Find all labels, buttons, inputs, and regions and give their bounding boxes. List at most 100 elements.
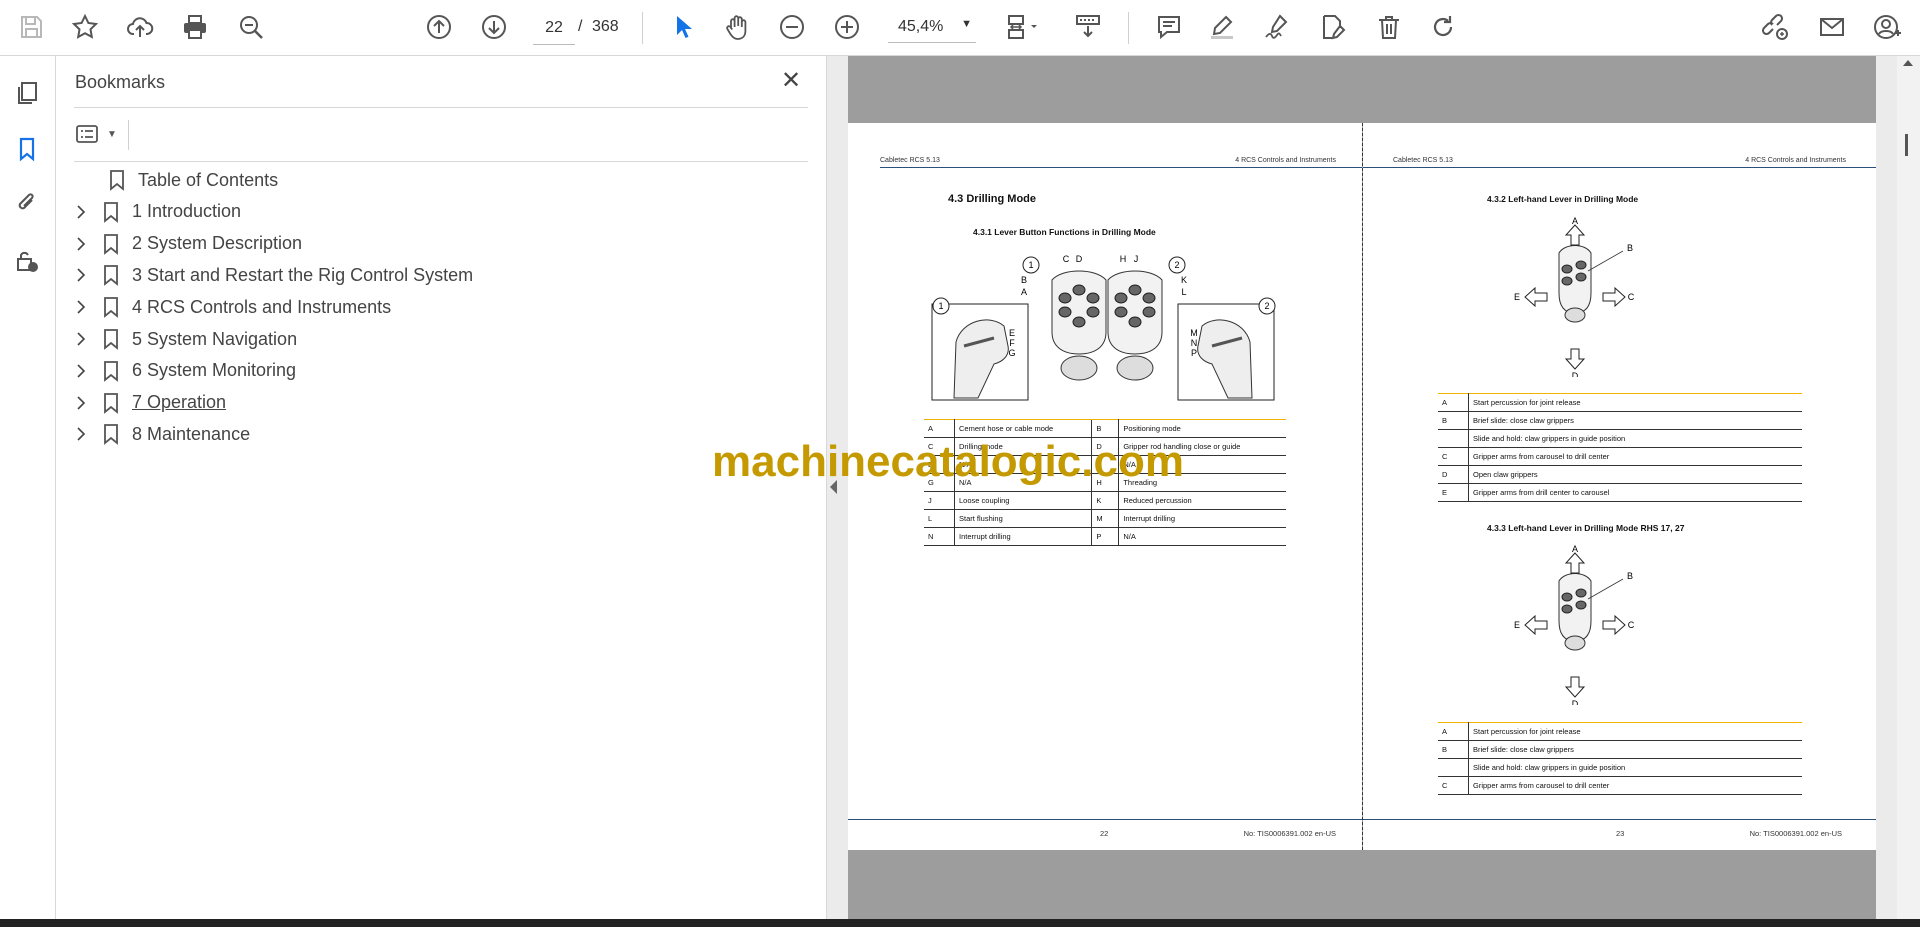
bookmark-label: Table of Contents <box>138 169 279 190</box>
close-icon[interactable]: ✕ <box>778 68 804 94</box>
table-row: E Gripper arms from drill center to carou… <box>1438 483 1802 502</box>
email-icon[interactable] <box>1815 10 1849 44</box>
left-lever-table-b: A Start percussion for joint release B Brie… <box>1438 722 1802 795</box>
bookmark-label: 7 Operation <box>132 392 227 413</box>
share-link-icon[interactable] <box>1758 10 1792 44</box>
navigation-rail <box>0 56 56 919</box>
table-row: Slide and hold: claw grippers in guide p… <box>1438 758 1802 777</box>
bookmark-item[interactable]: 2 System Description <box>70 228 810 260</box>
table-row: B Brief slide: close claw grippers <box>1438 411 1802 430</box>
chevron-right-icon[interactable] <box>70 233 92 255</box>
table-cell: Interrupt drilling <box>954 527 1092 546</box>
chevron-right-icon[interactable] <box>70 392 92 414</box>
fill-edit-icon[interactable] <box>1316 10 1350 44</box>
figure-label: C <box>1628 620 1635 630</box>
comment-icon[interactable] <box>1152 10 1186 44</box>
chevron-right-icon[interactable] <box>70 296 92 318</box>
scroll-up-icon[interactable] <box>1903 60 1913 66</box>
bookmark-item[interactable]: 6 System Monitoring <box>70 355 810 387</box>
bookmark-label: 6 System Monitoring <box>132 360 297 381</box>
watermark-text: machinecatalogic.com <box>712 437 1184 486</box>
bookmark-icon <box>100 422 122 446</box>
page-number: 23 <box>1616 829 1625 838</box>
save-icon[interactable] <box>14 10 48 44</box>
table-row: A Start percussion for joint release <box>1438 393 1802 412</box>
bookmarks-icon[interactable] <box>10 132 44 166</box>
bookmark-options-button[interactable]: ▼ <box>75 119 121 149</box>
page-separator: / <box>578 18 583 35</box>
figure-label: J <box>1134 254 1139 264</box>
page-number-input[interactable] <box>533 12 575 45</box>
upload-icon[interactable] <box>123 10 157 44</box>
zoom-in-icon[interactable] <box>830 10 864 44</box>
figure-label: M <box>1190 328 1198 338</box>
select-cursor-icon[interactable] <box>666 10 700 44</box>
table-row: J Loose coupling K Reduced percussion <box>924 491 1286 510</box>
table-row: L Start flushing M Interrupt drilling <box>924 509 1286 528</box>
table-cell: B <box>1091 419 1120 438</box>
figure-label: G <box>1008 348 1015 358</box>
bookmark-label: 3 Start and Restart the Rig Control Syst… <box>132 264 474 285</box>
bookmark-label: 1 Introduction <box>132 201 242 222</box>
rotate-icon[interactable] <box>1426 10 1460 44</box>
table-cell <box>1438 758 1469 777</box>
bookmark-item[interactable]: 3 Start and Restart the Rig Control Syst… <box>70 259 810 291</box>
sign-icon[interactable] <box>1260 10 1294 44</box>
bookmark-item[interactable]: 1 Introduction <box>70 196 810 228</box>
left-lever-table-a: A Start percussion for joint release B Brie… <box>1438 393 1802 502</box>
scroll-mode-icon[interactable] <box>1070 10 1106 44</box>
zoom-level-value: 45,4% <box>898 18 944 35</box>
subsection-title: 4.3.3 Left-hand Lever in Drilling Mode R… <box>1487 523 1685 533</box>
vertical-scrollbar[interactable] <box>1897 56 1920 919</box>
bookmark-icon <box>100 295 122 319</box>
bookmark-item[interactable]: 7 Operation <box>70 387 810 419</box>
chevron-right-icon[interactable] <box>70 201 92 223</box>
attachments-icon[interactable] <box>10 186 44 220</box>
bookmarks-title: Bookmarks <box>75 72 166 92</box>
bookmark-item[interactable]: 4 RCS Controls and Instruments <box>70 291 810 323</box>
zoom-out-icon[interactable] <box>775 10 809 44</box>
bookmarks-panel: Bookmarks ✕ ▼ Table of Contents 1 Introdu… <box>56 56 827 919</box>
chevron-right-icon[interactable] <box>70 264 92 286</box>
footer-rule <box>848 819 1362 820</box>
highlight-icon[interactable] <box>1205 10 1239 44</box>
bookmark-item[interactable]: Table of Contents <box>70 164 810 196</box>
table-row: D Open claw grippers <box>1438 465 1802 484</box>
header-rule <box>1363 167 1876 168</box>
page-thumbnails-icon[interactable] <box>10 76 44 110</box>
prev-page-icon[interactable] <box>422 10 456 44</box>
bookmark-item[interactable]: 8 Maintenance <box>70 418 810 450</box>
table-cell: P <box>1091 527 1120 546</box>
next-page-icon[interactable] <box>477 10 511 44</box>
lever-buttons-figure: 1 C D B A H J 2 K L 1 E F G 2 M N P <box>931 254 1276 401</box>
table-cell: Interrupt drilling <box>1118 509 1286 528</box>
bookmark-icon <box>100 327 122 351</box>
zoom-level-select[interactable]: 45,4% ▼ <box>888 12 976 43</box>
table-cell: Brief slide: close claw grippers <box>1468 411 1802 430</box>
table-cell: Loose coupling <box>954 491 1092 510</box>
scroll-thumb[interactable] <box>1905 134 1908 156</box>
table-cell: Positioning mode <box>1118 419 1286 438</box>
subsection-title: 4.3.2 Left-hand Lever in Drilling Mode <box>1487 194 1639 204</box>
chevron-right-icon[interactable] <box>70 360 92 382</box>
toolbar-divider <box>642 12 643 44</box>
star-icon[interactable] <box>68 10 102 44</box>
account-icon[interactable] <box>1870 10 1904 44</box>
hand-icon[interactable] <box>720 10 754 44</box>
chevron-right-icon[interactable] <box>70 423 92 445</box>
chevron-right-icon[interactable] <box>70 328 92 350</box>
bookmark-icon <box>106 168 128 192</box>
bookmark-item[interactable]: 5 System Navigation <box>70 323 810 355</box>
table-cell: E <box>1438 483 1469 502</box>
page-display-icon[interactable] <box>1000 10 1046 44</box>
security-info-icon[interactable] <box>10 244 44 278</box>
panel-divider <box>128 120 129 150</box>
find-icon[interactable] <box>234 10 268 44</box>
print-icon[interactable] <box>178 10 212 44</box>
pdf-page-right: Cabletec RCS 5.13 4 RCS Controls and Ins… <box>1363 123 1876 850</box>
figure-label: D <box>1076 254 1083 264</box>
figure-label: N <box>1191 338 1198 348</box>
delete-icon[interactable] <box>1372 10 1406 44</box>
section-title: 4.3 Drilling Mode <box>948 193 1037 205</box>
figure-label: A <box>1572 545 1578 554</box>
